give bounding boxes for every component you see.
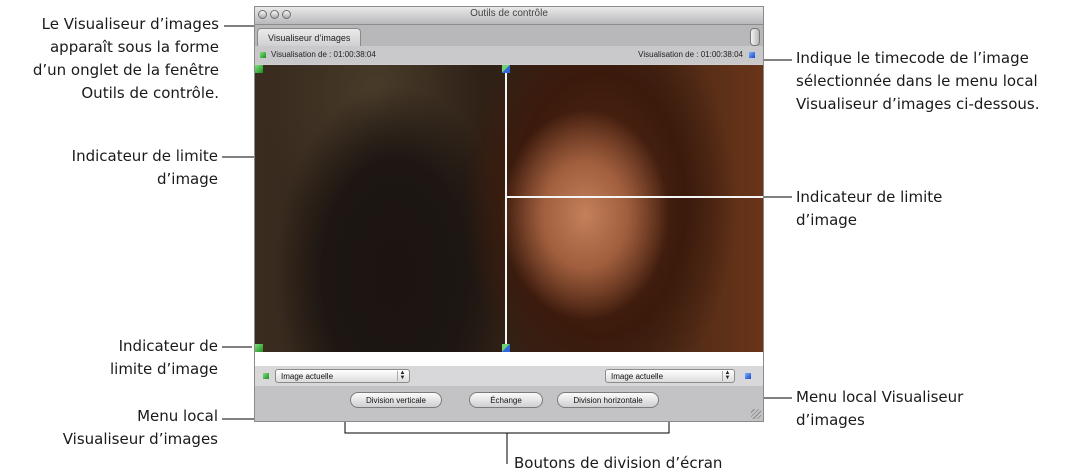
limit-indicator-bottom-split-icon[interactable] [502,344,510,352]
left-image-popup-value: Image actuelle [281,372,334,381]
callout-split-buttons: Boutons de division d’écran [514,454,723,472]
right-image-popup-value: Image actuelle [611,372,664,381]
bracket-split-buttons [344,422,670,434]
right-popup-marker-icon [745,373,751,379]
right-view-marker-icon [749,52,755,58]
left-image-popup[interactable]: Image actuelle ▲ ▼ [275,369,410,383]
echange-button[interactable]: Échange [469,392,543,408]
vertical-split-line[interactable] [505,65,507,352]
tab-visualiseur-images[interactable]: Visualiseur d’images [257,28,362,47]
image-viewer[interactable] [255,65,763,352]
callout-tab-note: Le Visualiseur d’images apparaît sous la… [32,15,219,102]
video-frame-image [255,65,763,352]
callout-menu-right: Menu local Visualiseur d’images [796,388,964,429]
timecode-bar: Visualisation de : 01:00:38:04 Visualisa… [255,46,763,64]
limit-indicator-top-left-icon [255,65,263,73]
limit-indicator-top-split-icon[interactable] [502,65,510,73]
division-verticale-button[interactable]: Division verticale [350,392,442,408]
left-view-marker-icon [260,52,266,58]
viewer-bottom-margin [255,352,763,366]
title-bar[interactable]: Outils de contrôle [255,7,763,25]
tab-row: Visualiseur d’images [255,25,763,47]
right-image-popup[interactable]: Image actuelle ▲ ▼ [605,369,735,383]
horizontal-split-line[interactable] [505,196,763,198]
callout-limit-right: Indicateur de limite d’image [796,188,943,229]
limit-indicator-bottom-left-icon [255,344,263,352]
outils-de-controle-window: Outils de contrôle Visualiseur d’images … [254,6,764,422]
window-title: Outils de contrôle [470,8,548,19]
left-popup-marker-icon [263,373,269,379]
popup-arrows-icon: ▲ ▼ [722,370,732,381]
callout-menu-left: Menu local Visualiseur d’images [62,407,218,448]
split-button-row: Division verticale Échange Division hori… [255,386,763,421]
tab-scroll-knob[interactable] [750,28,760,46]
left-timecode: Visualisation de : 01:00:38:04 [271,50,376,59]
right-timecode: Visualisation de : 01:00:38:04 [638,50,743,59]
callout-limit-bottom-left: Indicateur de limite d’image [109,337,218,378]
popup-arrows-icon: ▲ ▼ [397,370,407,381]
resize-grip-icon[interactable] [751,409,761,419]
callout-limit-top-left: Indicateur de limite d’image [71,147,218,188]
popup-row: Image actuelle ▲ ▼ Image actuelle ▲ ▼ [255,366,763,386]
division-horizontale-button[interactable]: Division horizontale [557,392,659,408]
callout-timecode-note: Indique le timecode de l’image sélection… [796,49,1040,113]
